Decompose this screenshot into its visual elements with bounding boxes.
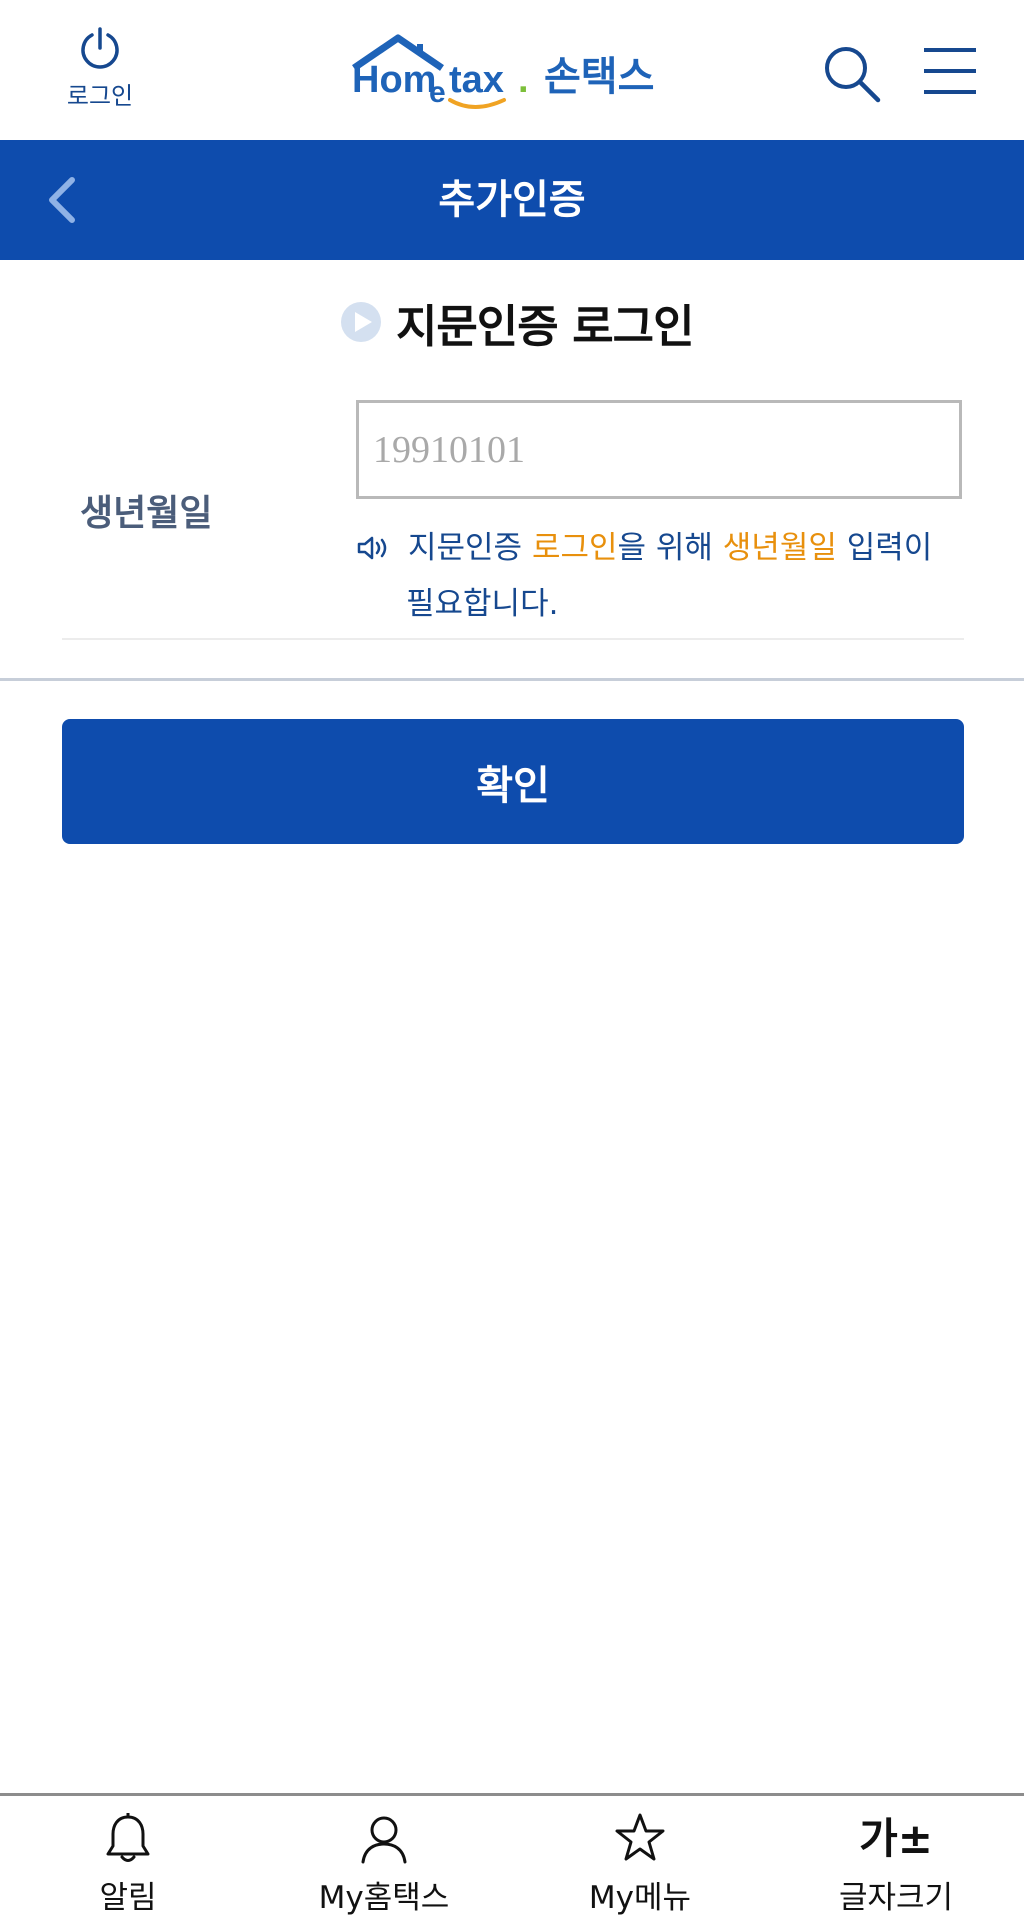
dob-input[interactable] — [356, 400, 962, 499]
top-header: 로그인 Hom e tax . 손택스 — [0, 0, 1024, 140]
hometax-logo[interactable]: Hom e tax . 손택스 — [346, 34, 686, 114]
login-label: 로그인 — [66, 82, 134, 110]
nav-item-my-hometax[interactable]: My홈택스 — [256, 1796, 512, 1925]
title-bar: 추가인증 — [0, 140, 1024, 260]
section-divider — [0, 678, 1024, 681]
page-title: 추가인증 — [438, 177, 586, 223]
row-divider — [62, 638, 964, 640]
nav-item-my-menu[interactable]: My메뉴 — [512, 1796, 768, 1925]
nav-label-my-hometax: My홈택스 — [318, 1880, 450, 1916]
nav-label-alarm: 알림 — [99, 1880, 157, 1916]
search-button[interactable] — [822, 44, 882, 104]
notice-text: 지문인증 로그인을 위해 생년월일 입력이 필요합니다. — [356, 520, 966, 632]
section-heading: 지문인증 로그인 — [340, 292, 694, 353]
svg-text:e: e — [429, 76, 446, 109]
play-circle-icon — [341, 302, 381, 342]
star-icon — [615, 1813, 665, 1861]
notice-highlight-login: 로그인 — [531, 530, 618, 566]
bell-icon — [106, 1813, 150, 1862]
svg-text:손택스: 손택스 — [544, 54, 654, 100]
nav-label-my-menu: My메뉴 — [588, 1880, 692, 1916]
notice-line2: 필요합니다. — [406, 586, 559, 622]
person-icon — [361, 1816, 407, 1864]
nav-item-font-size[interactable]: 가± 글자크기 — [768, 1796, 1024, 1925]
login-button[interactable]: 로그인 — [50, 26, 150, 116]
notice-part1: 지문인증 — [408, 530, 532, 566]
nav-item-alarm[interactable]: 알림 — [0, 1796, 256, 1925]
bottom-nav: 알림 My홈택스 My메뉴 가± 글자크기 — [0, 1796, 1024, 1925]
back-button[interactable] — [36, 170, 92, 230]
chevron-left-icon — [49, 177, 75, 223]
notice-highlight-dob: 생년월일 — [722, 530, 837, 566]
hamburger-icon — [924, 48, 976, 94]
font-size-icon: 가± — [859, 1814, 933, 1863]
section-title: 지문인증 로그인 — [396, 299, 694, 353]
menu-button[interactable] — [922, 44, 978, 100]
dob-label: 생년월일 — [80, 493, 213, 534]
confirm-button[interactable]: 확인 — [62, 719, 964, 844]
svg-text:.: . — [518, 59, 529, 101]
svg-text:tax: tax — [449, 59, 504, 101]
notice-part3: 입력이 — [836, 530, 933, 566]
svg-text:Hom: Hom — [352, 59, 436, 101]
speaker-icon — [357, 536, 387, 560]
nav-label-font-size: 글자크기 — [838, 1880, 954, 1916]
notice-part2: 을 위해 — [617, 530, 723, 566]
search-icon — [825, 47, 881, 103]
power-icon — [81, 27, 119, 69]
